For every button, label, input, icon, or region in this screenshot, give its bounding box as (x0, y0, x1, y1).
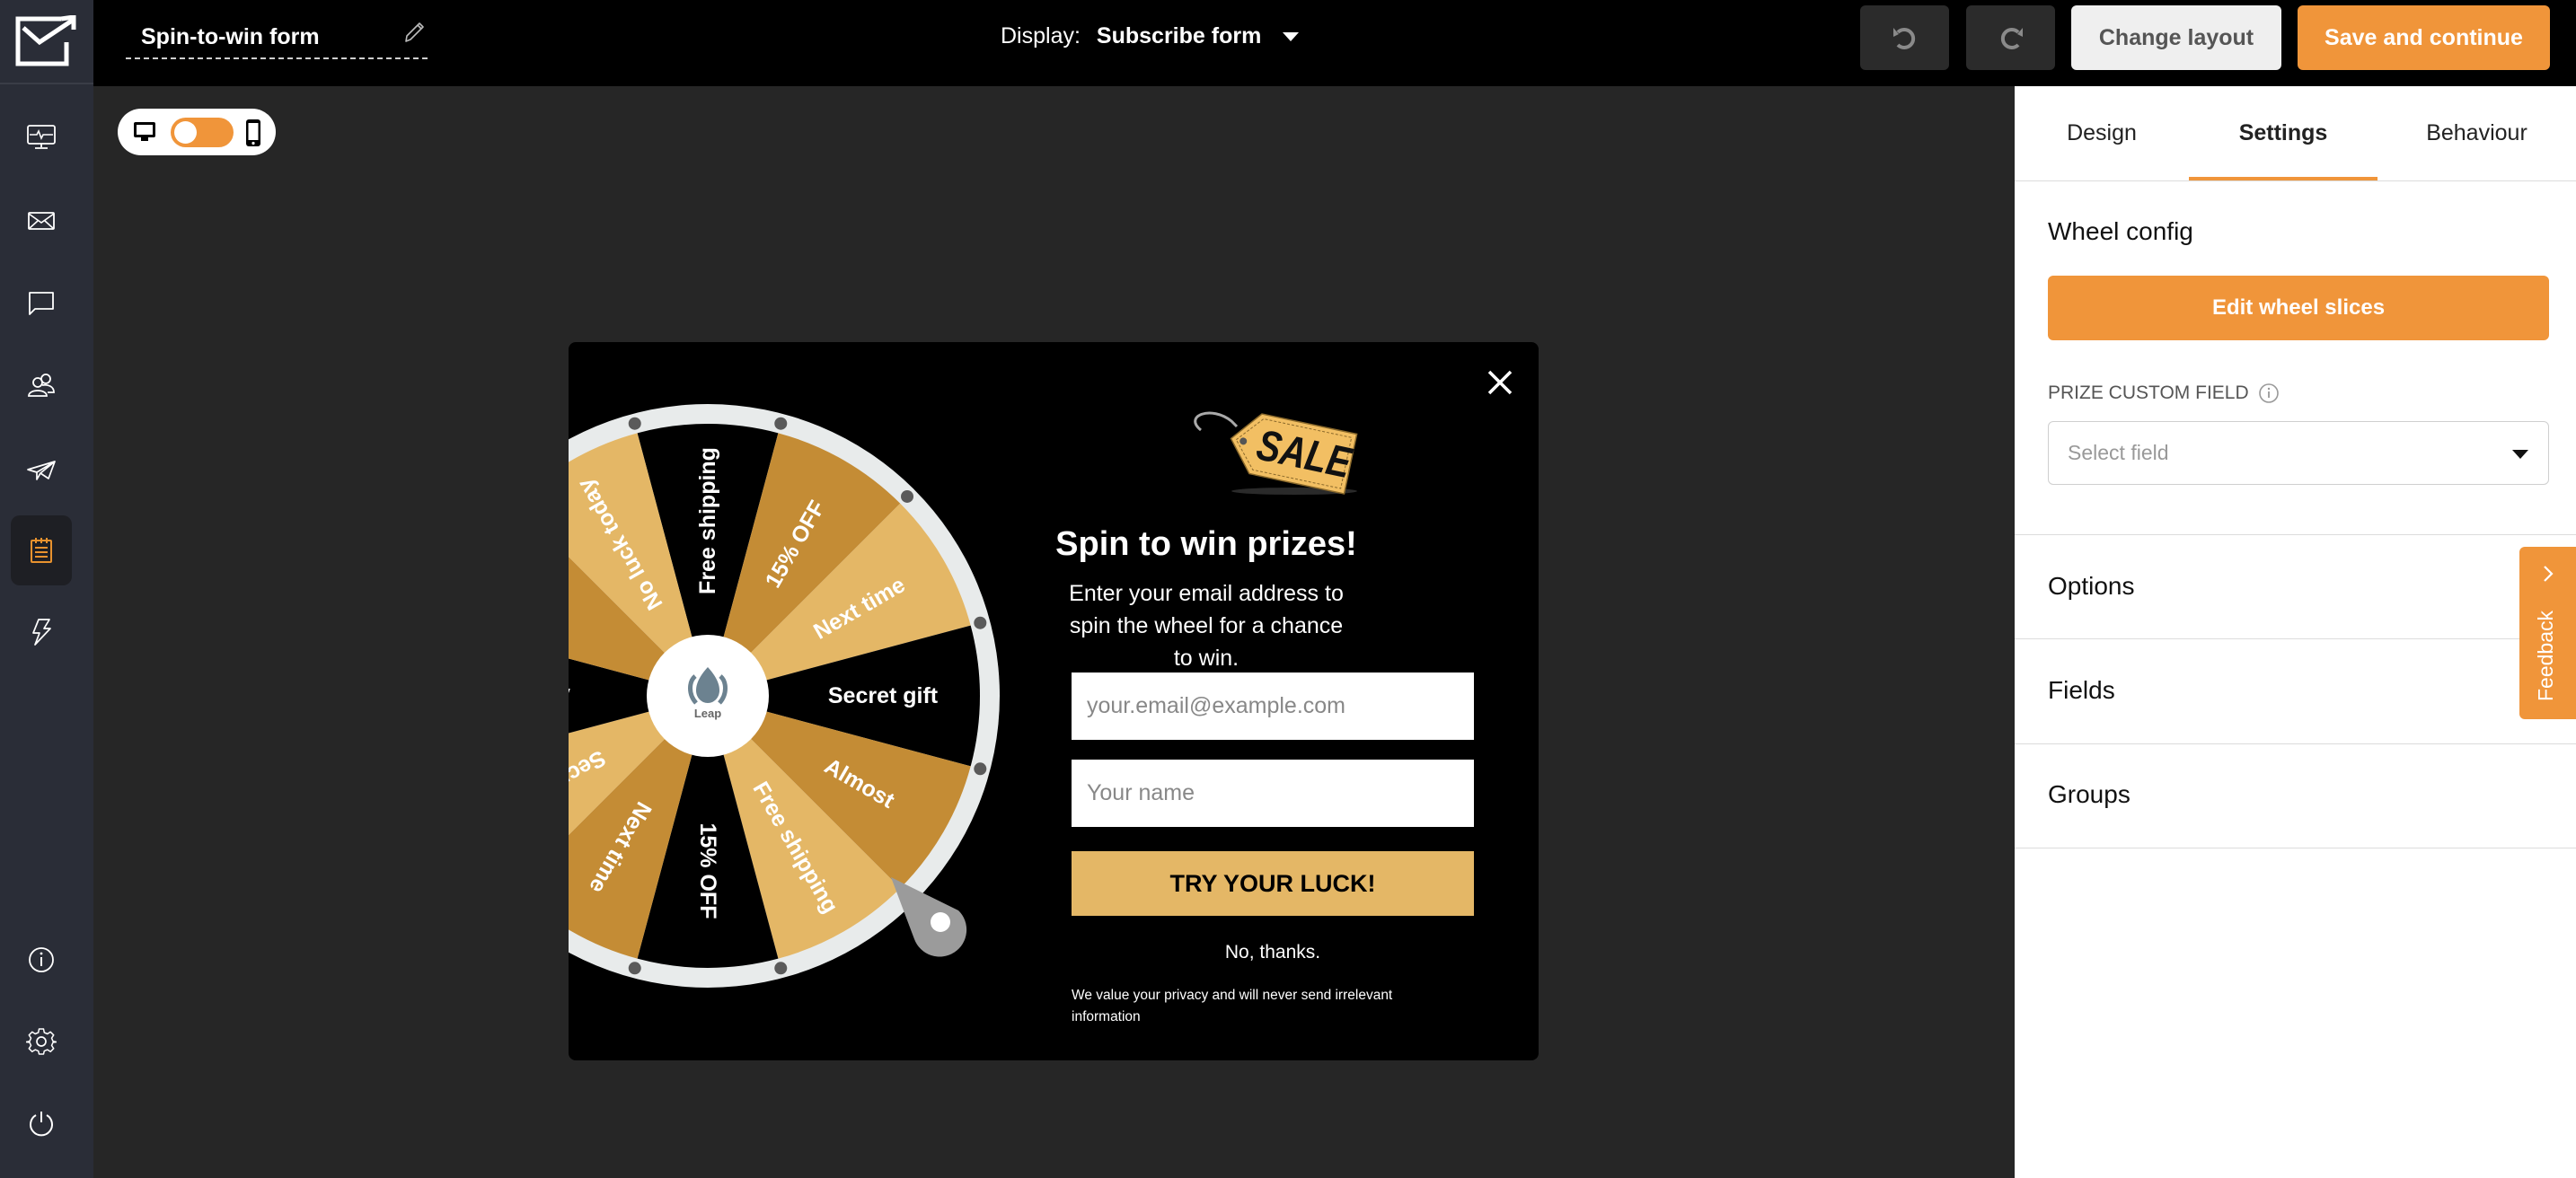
tabs-divider (2015, 180, 2576, 181)
wheel-peg (628, 962, 641, 975)
mobile-icon[interactable] (245, 119, 261, 147)
info-icon (29, 947, 54, 972)
sidebar-item-automation[interactable] (11, 597, 72, 667)
no-thanks-link[interactable]: No, thanks. (1072, 942, 1474, 963)
settings-panel: Design Settings Behaviour Wheel config E… (2015, 86, 2576, 1178)
power-icon (30, 1112, 53, 1137)
chevron-right-icon (2544, 566, 2554, 582)
wheel-peg (974, 616, 987, 629)
section-divider (2015, 534, 2576, 535)
try-your-luck-button[interactable]: TRY YOUR LUCK! (1072, 851, 1474, 916)
info-icon[interactable] (2258, 382, 2280, 404)
wheel-config-heading: Wheel config (2048, 217, 2193, 245)
undo-icon (1892, 28, 1915, 49)
app-logo[interactable] (0, 0, 93, 84)
sidebar-item-sends[interactable] (11, 435, 72, 505)
section-divider (2015, 743, 2576, 744)
sidebar-item-logout[interactable] (11, 1089, 72, 1159)
sidebar-item-settings[interactable] (11, 1007, 72, 1077)
wheel-slice-label: Free shipping (695, 447, 720, 594)
section-options[interactable]: Options (2048, 572, 2135, 601)
chevron-down-icon (1283, 31, 1300, 41)
wheel-slice-label: Secret gift (828, 683, 939, 708)
display-selector[interactable]: Display: Subscribe form (1001, 23, 1300, 49)
wheel-slice-label: Almost (569, 683, 570, 708)
automation-bolt-icon (32, 619, 51, 646)
switch-knob (174, 121, 197, 144)
display-label: Display: (1001, 23, 1081, 48)
sidebar-item-forms[interactable] (11, 515, 72, 585)
section-divider (2015, 638, 2576, 639)
popup-subtext: Enter your email address to spin the whe… (1069, 581, 1344, 671)
section-fields[interactable]: Fields (2048, 676, 2115, 705)
sidebar-item-messages[interactable] (11, 268, 72, 338)
save-and-continue-button[interactable]: Save and continue (2298, 5, 2550, 70)
undo-button[interactable] (1860, 5, 1949, 70)
privacy-note: We value your privacy and will never sen… (1072, 988, 1393, 1024)
spin-to-win-popup: Free shipping 15% OFF Next time Secret gift… (569, 342, 1539, 1060)
dashboard-monitor-icon (27, 125, 56, 149)
select-placeholder: Select field (2068, 441, 2169, 464)
forms-notepad-icon (31, 538, 52, 563)
tab-behaviour[interactable]: Behaviour (2378, 86, 2576, 180)
wheel-peg (774, 962, 788, 975)
feedback-tab[interactable]: Feedback (2519, 547, 2576, 719)
change-layout-button[interactable]: Change layout (2071, 5, 2281, 70)
popup-headline: Spin to win prizes! (1055, 525, 1357, 563)
display-value[interactable]: Subscribe form (1097, 23, 1261, 49)
wheel-slice-label: 15% OFF (695, 823, 720, 919)
tab-settings[interactable]: Settings (2189, 86, 2378, 180)
prize-custom-field-text: PRIZE CUSTOM FIELD (2048, 382, 2249, 403)
wheel-peg (628, 417, 641, 430)
close-icon[interactable] (1485, 367, 1515, 398)
prize-custom-field-select[interactable]: Select field (2048, 421, 2549, 485)
paper-plane-icon (27, 461, 56, 480)
sidebar-item-subscribers[interactable] (11, 350, 72, 420)
wheel-pointer (891, 877, 967, 957)
sidebar (0, 0, 93, 1178)
wheel-peg (901, 489, 914, 503)
sidebar-item-campaigns[interactable] (11, 186, 72, 256)
sidebar-item-info[interactable] (11, 925, 72, 995)
name-field[interactable]: Your name (1072, 760, 1474, 827)
gear-icon (26, 1028, 57, 1055)
section-groups[interactable]: Groups (2048, 780, 2130, 809)
email-field[interactable]: your.email@example.com (1072, 673, 1474, 740)
sale-tag-image: SALE (1194, 411, 1358, 495)
sidebar-item-dashboard[interactable] (11, 102, 72, 172)
redo-icon (2000, 28, 2023, 49)
edit-wheel-slices-button[interactable]: Edit wheel slices (2048, 276, 2549, 340)
chat-icon (29, 292, 54, 315)
prize-custom-field-label: PRIZE CUSTOM FIELD (2048, 382, 2280, 404)
device-preview-toggle[interactable] (118, 109, 276, 155)
wheel-peg (774, 417, 788, 430)
chevron-down-icon (2512, 450, 2528, 459)
wheel-hub-label: Leap (694, 707, 721, 720)
feedback-label: Feedback (2534, 610, 2557, 701)
redo-button[interactable] (1966, 5, 2055, 70)
logo-envelope-check-icon (15, 15, 76, 66)
wheel-peg (974, 762, 987, 776)
tab-design[interactable]: Design (2015, 86, 2189, 180)
form-title-field[interactable]: Spin-to-win form (126, 16, 428, 59)
desktop-icon[interactable] (133, 120, 156, 144)
form-title[interactable]: Spin-to-win form (141, 24, 320, 50)
subscribers-icon (28, 374, 55, 397)
envelope-icon (28, 212, 55, 230)
pencil-edit-icon[interactable] (401, 20, 426, 45)
device-switch[interactable] (171, 118, 234, 147)
